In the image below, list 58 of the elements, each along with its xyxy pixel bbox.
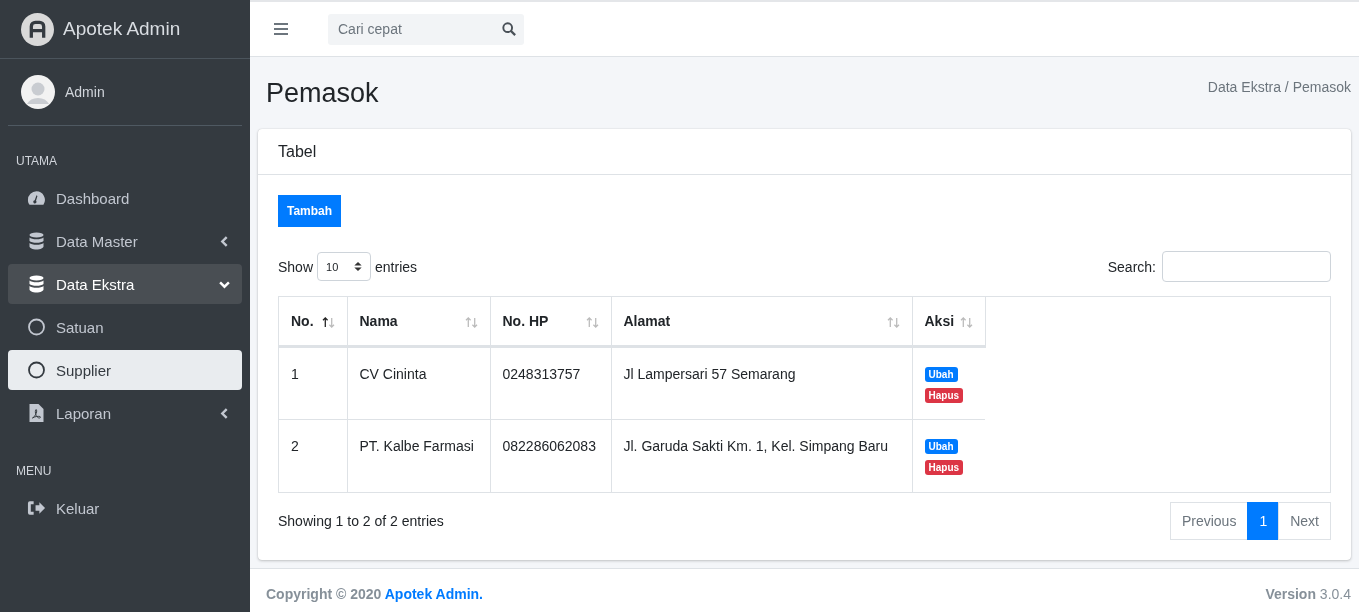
logo-icon (21, 12, 54, 46)
delete-button[interactable]: Hapus (924, 387, 964, 403)
nav-item[interactable]: Satuan (8, 307, 242, 347)
show-label: Show (278, 258, 314, 275)
column-header[interactable]: No. (279, 297, 347, 346)
nav-item[interactable]: Data Ekstra (8, 264, 242, 304)
edit-button[interactable]: Ubah (924, 438, 958, 454)
search-icon[interactable] (502, 22, 516, 36)
search-field[interactable]: Cari cepat (328, 13, 524, 45)
nav-item[interactable]: Dashboard (8, 178, 242, 218)
pdf-file-icon (27, 404, 46, 422)
avatar-icon (21, 75, 55, 109)
table-cell: PT. Kalbe Farmasi (347, 419, 490, 492)
table-cell: Jl Lampersari 57 Semarang (611, 346, 912, 419)
nav-item[interactable]: Keluar (8, 488, 242, 528)
table-cell: 2 (279, 419, 347, 492)
nav-header: UTAMA (15, 153, 59, 170)
sort-icon[interactable] (321, 316, 335, 328)
database-icon (27, 232, 46, 250)
search-label: Search: (1107, 258, 1156, 275)
edit-button[interactable]: Ubah (924, 366, 958, 382)
table-cell: 082286062083 (490, 419, 611, 492)
chevron-left-icon (219, 407, 230, 419)
breadcrumb[interactable]: Data Ekstra / Pemasok (1207, 79, 1351, 95)
page-title: Pemasok (266, 77, 379, 109)
table-cell: Jl. Garuda Sakti Km. 1, Kel. Simpang Baru (611, 419, 912, 492)
card-title: Tabel (258, 129, 1351, 175)
search-input[interactable]: Cari cepat (336, 20, 502, 38)
copyright-text: Copyright © 2020 Apotek Admin. (266, 585, 483, 602)
entries-select[interactable]: 10 (317, 252, 372, 281)
select-arrows-icon (354, 261, 363, 272)
nav-item[interactable]: Data Master (8, 221, 242, 261)
column-header[interactable]: Nama (347, 297, 490, 346)
chevron-left-icon (219, 235, 230, 247)
entries-label: entries (375, 258, 418, 275)
column-header[interactable]: No. HP (490, 297, 611, 346)
nav-item[interactable]: Laporan (8, 393, 242, 433)
page-button[interactable]: 1 (1247, 502, 1280, 540)
delete-button[interactable]: Hapus (924, 459, 964, 475)
table-cell: 1 (279, 346, 347, 419)
column-header[interactable]: Alamat (611, 297, 912, 346)
sign-out-icon (27, 499, 46, 517)
table-info: Showing 1 to 2 of 2 entries (278, 513, 444, 529)
column-header[interactable]: Aksi (912, 297, 985, 346)
table-cell: 0248313757 (490, 346, 611, 419)
gauge-icon (27, 189, 46, 207)
menu-icon[interactable] (274, 23, 288, 35)
circle-icon (27, 361, 46, 379)
version-text: Version 3.0.4 (1265, 585, 1351, 602)
brand-name[interactable]: Apotek Admin (63, 18, 181, 40)
nav-header: MENU (15, 463, 53, 480)
user-name[interactable]: Admin (65, 84, 105, 100)
add-button[interactable]: Tambah (278, 195, 342, 227)
table-cell: CV Cininta (347, 346, 490, 419)
circle-icon (27, 318, 46, 336)
table-search-field[interactable] (1162, 251, 1331, 282)
nav-item[interactable]: Supplier (8, 350, 242, 390)
database-icon (27, 275, 46, 293)
